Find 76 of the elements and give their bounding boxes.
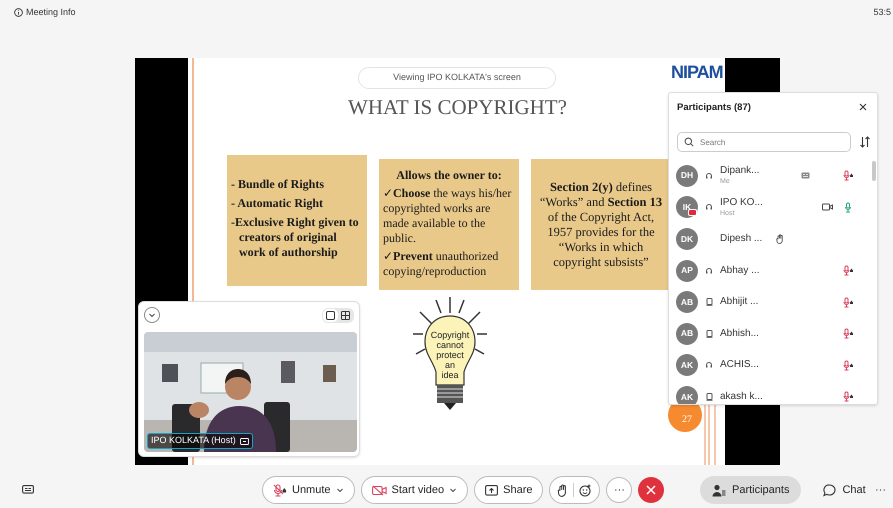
sharing-banner: Viewing IPO KOLKATA's screen bbox=[358, 67, 556, 89]
avatar: AB bbox=[676, 322, 698, 345]
avatar: AB bbox=[676, 291, 698, 314]
bulb-text: Copyright cannot protect an idea bbox=[430, 330, 470, 380]
list-item: -Exclusive Right given to creators of original work of authorship bbox=[231, 215, 360, 260]
more-button[interactable]: ··· bbox=[606, 477, 632, 503]
participant-name: ACHIS... bbox=[720, 359, 760, 372]
avatar: AK bbox=[676, 386, 698, 404]
participants-button[interactable]: Participants bbox=[700, 476, 802, 504]
headset-icon bbox=[705, 361, 713, 370]
search-icon bbox=[684, 137, 694, 147]
search-field[interactable]: Search bbox=[677, 132, 851, 152]
share-button[interactable]: Share bbox=[474, 476, 544, 504]
single-layout-button[interactable] bbox=[323, 309, 338, 322]
avatar: AK bbox=[676, 354, 698, 376]
more-button[interactable]: ··· bbox=[875, 482, 886, 498]
share-icon bbox=[485, 484, 498, 496]
close-icon bbox=[645, 484, 658, 496]
captions-icon bbox=[22, 485, 34, 495]
logo: NIPAM bbox=[671, 63, 723, 81]
participant-name: Dipank... bbox=[720, 165, 760, 178]
scrollbar[interactable] bbox=[872, 161, 876, 181]
close-button[interactable] bbox=[858, 102, 868, 112]
participant-name: IPO KO... bbox=[720, 196, 764, 209]
list-item: ✓Prevent unauthorized copying/reproduction bbox=[383, 248, 500, 278]
participant-row[interactable]: AB Abhish... bbox=[676, 318, 871, 350]
participant-row[interactable]: AB Abhijit ... bbox=[676, 286, 871, 318]
participant-row[interactable]: AP Abhay ... bbox=[676, 254, 871, 286]
start-video-button[interactable]: Start video bbox=[360, 476, 468, 504]
participant-name: Dipesh ... bbox=[720, 232, 764, 245]
headset-icon bbox=[705, 266, 713, 275]
avatar: AP bbox=[676, 260, 698, 282]
close-icon bbox=[859, 103, 867, 111]
headset-icon bbox=[705, 203, 713, 212]
participant-name: Abhijit ... bbox=[720, 296, 760, 308]
people-icon bbox=[712, 484, 726, 496]
emoji-icon bbox=[579, 484, 592, 496]
chat-icon bbox=[823, 484, 836, 496]
laptop-icon bbox=[706, 298, 712, 306]
avatar: DK bbox=[676, 228, 698, 250]
list-item: ✓Choose the ways his/her copyrighted works are made available to the public. bbox=[383, 186, 512, 246]
participant-row[interactable]: DK Dipesh ... bbox=[676, 223, 871, 255]
laptop-icon bbox=[706, 392, 712, 401]
screen-icon bbox=[240, 438, 249, 444]
info-icon bbox=[14, 8, 23, 17]
hand-icon bbox=[557, 484, 568, 496]
participant-name: akash k... bbox=[720, 390, 764, 403]
participant-name: IPO KOLKATA (Host) bbox=[151, 434, 236, 448]
meeting-timer: 53:5 bbox=[873, 6, 891, 19]
participant-name: Abhish... bbox=[720, 328, 760, 340]
laptop-icon bbox=[706, 330, 712, 338]
grid-layout-button[interactable] bbox=[338, 309, 353, 322]
video-off-icon bbox=[372, 484, 387, 496]
collapse-button[interactable] bbox=[144, 307, 160, 323]
panel-title: Participants (87) bbox=[677, 101, 751, 115]
slide-title: WHAT IS COPYRIGHT? bbox=[348, 97, 567, 118]
leave-button[interactable] bbox=[638, 477, 664, 503]
unmute-button[interactable]: Unmute bbox=[262, 476, 355, 504]
reactions-button[interactable] bbox=[579, 484, 592, 496]
muted-microphone-icon bbox=[273, 484, 287, 496]
grid-icon bbox=[341, 311, 350, 320]
square-icon bbox=[326, 311, 335, 320]
meeting-info-button[interactable]: Meeting Info bbox=[14, 6, 76, 20]
card-text: Section 2(y) defines “Works” and Section 13 of the Copyright Act, 1957 provides for the “Works in which copyright subsists” bbox=[538, 180, 664, 270]
chat-button[interactable]: Chat bbox=[811, 476, 878, 504]
participant-row[interactable]: AK ACHIS... bbox=[676, 350, 871, 382]
raise-hand-button[interactable] bbox=[557, 484, 568, 496]
avatar: DH bbox=[676, 164, 698, 187]
chevron-icon bbox=[148, 311, 156, 319]
list-item: - Automatic Right bbox=[231, 196, 324, 211]
headset-icon bbox=[705, 172, 713, 180]
card-heading: Allows the owner to: bbox=[395, 168, 503, 182]
participant-name: Abhay ... bbox=[720, 264, 760, 277]
sort-button[interactable] bbox=[858, 135, 872, 149]
list-item: - Bundle of Rights bbox=[231, 177, 326, 192]
sort-icon bbox=[859, 136, 871, 148]
